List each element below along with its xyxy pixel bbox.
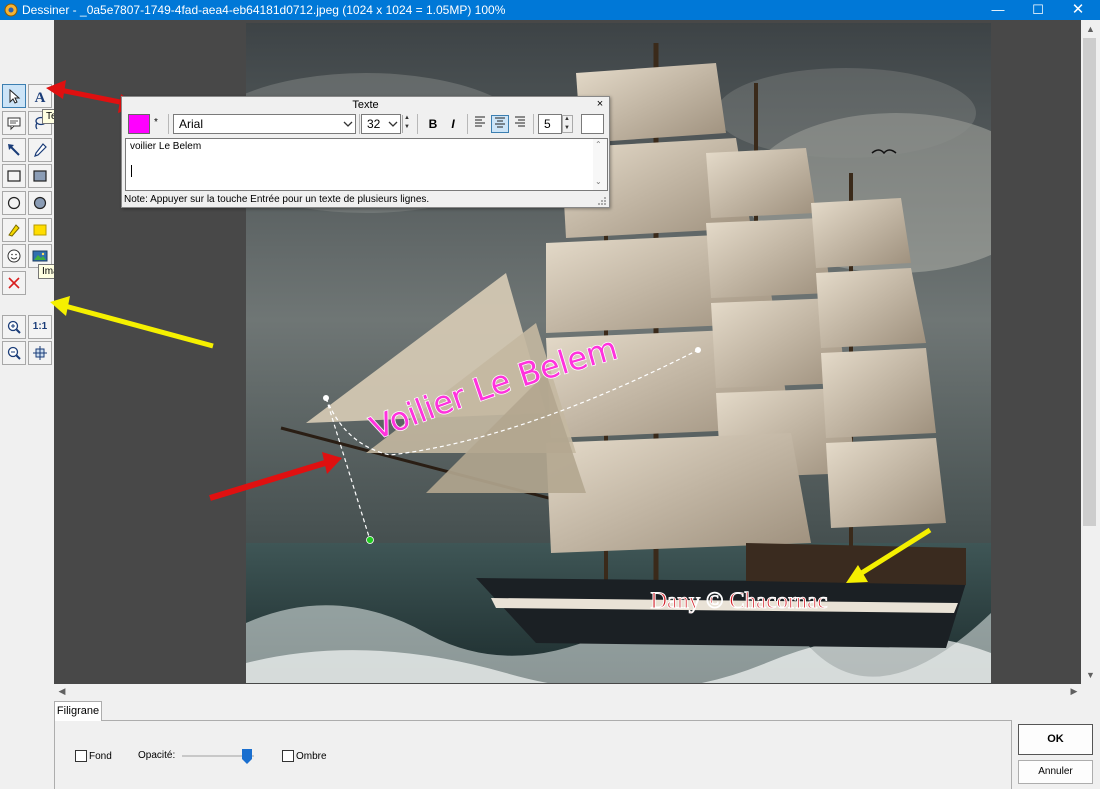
opacity-slider-thumb[interactable] xyxy=(241,749,252,764)
text-caret xyxy=(131,165,132,177)
fit-to-window-button[interactable] xyxy=(28,341,52,365)
toolbar-separator xyxy=(417,114,418,134)
outline-width-spinner[interactable]: ▲ ▼ xyxy=(562,115,573,133)
vertical-scroll-thumb[interactable] xyxy=(1083,38,1096,526)
shadow-checkbox[interactable] xyxy=(282,750,294,762)
outline-color-swatch[interactable] xyxy=(581,114,604,134)
cursor-arrow-icon xyxy=(9,88,21,104)
align-center-button[interactable] xyxy=(491,115,509,133)
svg-text:A: A xyxy=(35,90,46,104)
pen-icon xyxy=(34,143,47,157)
cancel-button[interactable]: Annuler xyxy=(1018,760,1093,784)
toolbar-separator xyxy=(467,114,468,134)
circle-outline-icon xyxy=(7,196,21,210)
align-center-icon xyxy=(495,117,505,128)
scroll-left-icon[interactable]: ◀ xyxy=(54,686,70,697)
ellipse-outline-tool-button[interactable] xyxy=(2,191,26,215)
rectangle-outline-tool-button[interactable] xyxy=(2,164,26,188)
opacity-label: Opacité: xyxy=(138,750,176,761)
color-default-marker[interactable]: * xyxy=(154,117,158,128)
font-family-value: Arial xyxy=(179,117,204,131)
zoom-actual-size-button[interactable]: 1:1 xyxy=(28,315,52,339)
shadow-checkbox-label: Ombre xyxy=(296,751,327,762)
tab-watermark[interactable]: Filigrane xyxy=(54,701,102,721)
horizontal-scrollbar[interactable] xyxy=(54,684,1081,700)
chevron-down-icon xyxy=(343,121,353,127)
pen-tool-button[interactable] xyxy=(28,138,52,162)
toolbar-separator xyxy=(533,114,534,134)
ellipse-filled-tool-button[interactable] xyxy=(28,191,52,215)
spin-up-icon[interactable]: ▲ xyxy=(564,116,570,122)
title-bar: Dessiner - _0a5e7807-1749-4fad-aea4-eb64… xyxy=(0,0,1100,20)
text-color-swatch[interactable] xyxy=(128,114,150,134)
align-right-icon xyxy=(515,116,525,127)
scroll-down-icon[interactable]: ▼ xyxy=(1081,670,1100,680)
app-icon xyxy=(4,3,18,17)
align-left-icon xyxy=(475,116,485,127)
delete-tool-button[interactable] xyxy=(2,271,26,295)
text-dialog[interactable]: Texte × * Arial 32 ▲ ▼ B I 5 ▲ ▼ voilier… xyxy=(121,96,610,208)
yellow-rectangle-icon xyxy=(33,224,47,236)
italic-button[interactable]: I xyxy=(444,115,462,133)
speech-bubble-icon xyxy=(7,117,21,131)
watermark-text[interactable]: Dany © Chacornac xyxy=(650,588,828,614)
highlighter-tool-button[interactable] xyxy=(2,218,26,242)
zoom-out-icon xyxy=(7,346,21,360)
toolbar-separator xyxy=(168,114,169,134)
highlighter-icon xyxy=(8,224,20,237)
rectangle-filled-tool-button[interactable] xyxy=(28,164,52,188)
outline-width-value: 5 xyxy=(544,117,551,131)
scroll-right-icon[interactable]: ▶ xyxy=(1066,686,1082,697)
rectangle-filled-icon xyxy=(33,170,47,182)
minimize-button[interactable]: — xyxy=(978,0,1018,20)
spin-up-icon[interactable]: ▲ xyxy=(404,115,410,121)
scroll-up-icon[interactable]: ⌃ xyxy=(595,140,602,149)
text-content-value: voilier Le Belem xyxy=(130,141,202,152)
close-window-button[interactable]: ✕ xyxy=(1058,0,1098,20)
window-title: Dessiner - _0a5e7807-1749-4fad-aea4-eb64… xyxy=(22,3,506,17)
bold-button[interactable]: B xyxy=(424,115,442,133)
zoom-reset-label: 1:1 xyxy=(32,321,48,332)
emoji-tool-button[interactable] xyxy=(2,244,26,268)
background-checkbox[interactable] xyxy=(75,750,87,762)
ok-button[interactable]: OK xyxy=(1018,724,1093,755)
font-family-select[interactable]: Arial xyxy=(173,114,356,134)
circle-filled-icon xyxy=(33,196,47,210)
font-size-spinner[interactable]: ▲ ▼ xyxy=(402,115,413,133)
diagonal-arrow-icon xyxy=(8,144,20,156)
background-checkbox-label: Fond xyxy=(89,751,112,762)
spin-down-icon[interactable]: ▼ xyxy=(404,124,410,130)
spin-down-icon[interactable]: ▼ xyxy=(564,125,570,131)
maximize-button[interactable]: ☐ xyxy=(1018,0,1058,20)
scroll-up-icon[interactable]: ▲ xyxy=(1081,24,1100,34)
smiley-icon xyxy=(7,249,21,263)
resize-grip-icon[interactable] xyxy=(597,196,607,206)
callout-tool-button[interactable] xyxy=(2,111,26,135)
zoom-in-button[interactable] xyxy=(2,315,26,339)
zoom-out-button[interactable] xyxy=(2,341,26,365)
font-size-select[interactable]: 32 xyxy=(361,114,401,134)
outline-width-input[interactable]: 5 xyxy=(538,114,562,134)
text-dialog-note: Note: Appuyer sur la touche Entrée pour … xyxy=(124,194,430,205)
text-content-input[interactable]: voilier Le Belem ⌃ ⌄ xyxy=(125,138,608,191)
text-dialog-title: Texte xyxy=(352,99,379,111)
text-a-icon: A xyxy=(35,90,46,104)
align-left-button[interactable] xyxy=(471,115,489,133)
zoom-in-icon xyxy=(7,320,21,334)
chevron-down-icon xyxy=(388,121,398,127)
arrow-tool-button[interactable] xyxy=(2,138,26,162)
align-right-button[interactable] xyxy=(511,115,529,133)
image-icon xyxy=(32,250,48,262)
delete-x-icon xyxy=(8,277,20,289)
font-size-value: 32 xyxy=(367,117,381,131)
fit-window-icon xyxy=(33,346,47,360)
text-dialog-close-button[interactable]: × xyxy=(594,98,606,110)
textarea-scrollbar[interactable]: ⌃ ⌄ xyxy=(593,139,607,190)
scroll-down-icon[interactable]: ⌄ xyxy=(595,177,602,186)
rectangle-outline-icon xyxy=(7,170,21,182)
text-tool-button[interactable]: A xyxy=(28,84,52,108)
highlight-rect-tool-button[interactable] xyxy=(28,218,52,242)
select-tool-button[interactable] xyxy=(2,84,26,108)
toolbar-separator xyxy=(359,114,360,134)
